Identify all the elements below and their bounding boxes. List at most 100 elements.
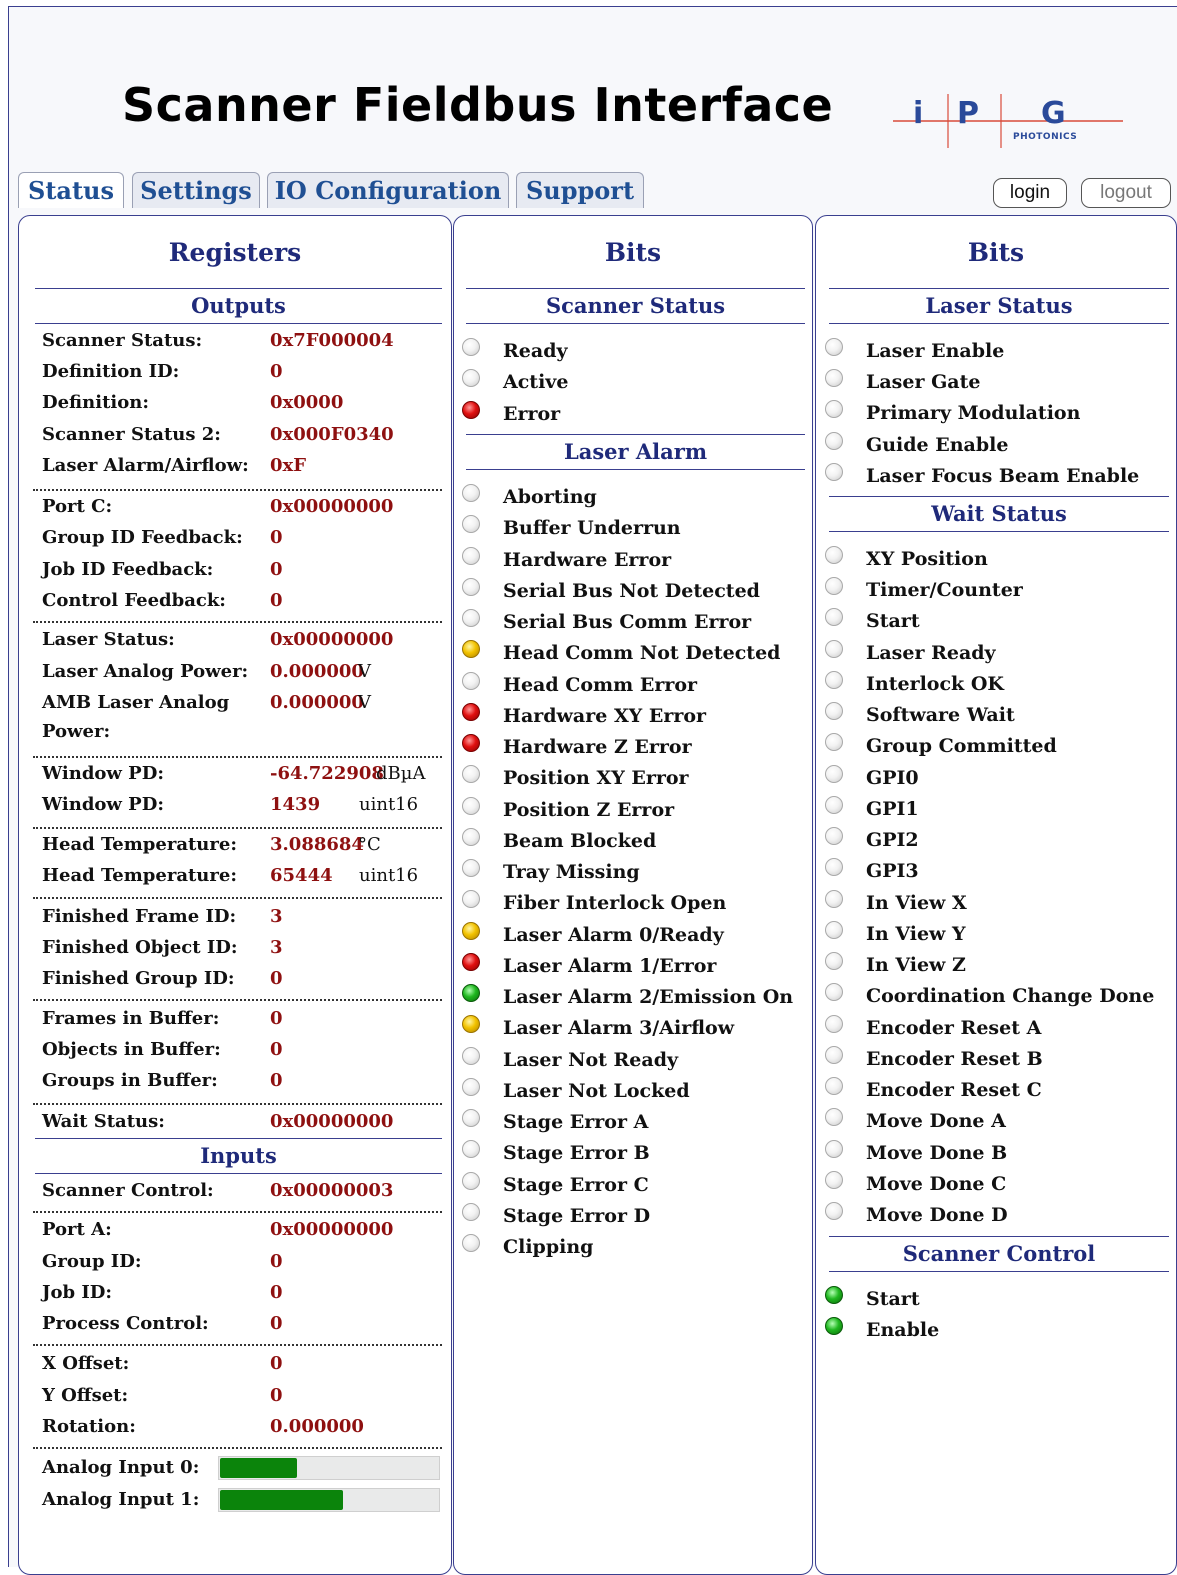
scanner-status-led-red: [462, 400, 480, 419]
laser-status-led-off: [825, 462, 843, 481]
register-value: 0x7F000004: [270, 330, 394, 351]
register-value: 0.000000: [270, 1416, 364, 1437]
laser-alarm-led-off: [462, 859, 480, 877]
laser-alarm-label: Serial Bus Not Detected: [503, 579, 760, 602]
wait-status-led-off: [825, 795, 843, 814]
tab-io-configuration[interactable]: IO Configuration: [267, 172, 509, 208]
wait-status-led-off: [825, 1202, 843, 1221]
laser-alarm-label: Position Z Error: [503, 798, 675, 821]
laser-alarm-led-green: [462, 984, 480, 1002]
register-value: 0: [270, 559, 283, 580]
analog-input-fill: [220, 1490, 344, 1510]
wait-status-label: XY Position: [866, 548, 988, 570]
scanner-control-label: Enable: [866, 1319, 940, 1341]
register-value: 3: [270, 937, 283, 958]
register-value: 0x00000000: [270, 1219, 394, 1240]
laser-alarm-header: Laser Alarm: [466, 434, 805, 470]
wait-status-label: Timer/Counter: [866, 579, 1023, 602]
register-label: Definition:: [42, 392, 149, 413]
laser-alarm-label: Head Comm Error: [503, 673, 698, 696]
register-value: 65444: [270, 865, 333, 886]
laser-alarm-led-off: [462, 1202, 480, 1221]
wait-status-label: Move Done D: [866, 1204, 1008, 1227]
laser-alarm-led-off: [462, 577, 480, 596]
register-value: 0: [270, 1008, 283, 1029]
wait-status-led-off: [825, 1045, 843, 1064]
login-button[interactable]: login: [993, 178, 1067, 208]
laser-alarm-led-red: [462, 702, 480, 721]
register-label: Window PD:: [42, 794, 164, 815]
wait-status-label: Software Wait: [866, 704, 1015, 727]
scanner-control-header: Scanner Control: [829, 1236, 1169, 1272]
register-value: 0x0000: [270, 392, 344, 413]
register-value: 0: [270, 1313, 283, 1334]
register-label: Control Feedback:: [42, 590, 226, 611]
ipg-photonics-logo: i P G PHOTONICS: [893, 94, 1125, 148]
laser-alarm-led-off: [462, 484, 480, 502]
scanner-status-led-off: [462, 338, 480, 356]
wait-status-label: Interlock OK: [866, 672, 1004, 695]
register-unit: uint16: [359, 865, 419, 886]
laser-status-label: Laser Gate: [866, 371, 981, 394]
row-divider: [33, 1447, 442, 1449]
wait-status-led-off: [825, 764, 843, 783]
register-label: Finished Group ID:: [42, 968, 235, 989]
register-value: 0x00000003: [270, 1180, 394, 1201]
register-label: Process Control:: [42, 1313, 209, 1334]
laser-alarm-led-red: [462, 734, 480, 752]
wait-status-led-off: [825, 889, 843, 908]
tab-support[interactable]: Support: [516, 172, 644, 208]
row-divider: [33, 1211, 442, 1213]
scanner-status-header: Scanner Status: [466, 288, 805, 324]
registers-title: Registers: [168, 238, 302, 267]
wait-status-label: In View Z: [866, 954, 966, 977]
laser-status-label: Laser Focus Beam Enable: [866, 464, 1140, 487]
laser-alarm-label: Beam Blocked: [503, 829, 657, 852]
wait-status-led-off: [825, 920, 843, 939]
analog-label: Analog Input 1:: [42, 1489, 200, 1510]
register-label: Job ID Feedback:: [42, 559, 214, 580]
inputs-section-header: Inputs: [35, 1138, 442, 1174]
row-divider: [33, 489, 442, 491]
laser-alarm-label: Stage Error B: [503, 1142, 650, 1165]
row-divider: [33, 1344, 442, 1346]
logo-letter-i: i: [913, 96, 924, 131]
register-label: Finished Object ID:: [42, 937, 238, 958]
register-value: 0.000000: [270, 661, 364, 682]
register-value: 0: [270, 527, 283, 548]
register-value: 0x000F0340: [270, 424, 394, 445]
register-label: Head Temperature:: [42, 834, 237, 855]
register-unit: uint16: [359, 794, 419, 815]
laser-alarm-label: Laser Not Locked: [503, 1079, 690, 1102]
laser-alarm-label: Laser Not Ready: [503, 1048, 679, 1071]
wait-status-label: Move Done C: [866, 1172, 1007, 1195]
register-label: Laser Analog Power:: [42, 661, 249, 682]
row-divider: [33, 621, 442, 623]
wait-status-label: GPI0: [866, 766, 919, 789]
register-label: Window PD:: [42, 763, 164, 784]
wait-status-label: GPI3: [866, 860, 919, 883]
logout-button[interactable]: logout: [1081, 178, 1171, 208]
laser-alarm-led-off: [462, 827, 480, 846]
register-value: 0: [270, 590, 283, 611]
laser-status-label: Primary Modulation: [866, 402, 1081, 425]
laser-alarm-label: Hardware Z Error: [503, 736, 692, 758]
register-label: Group ID Feedback:: [42, 527, 243, 548]
laser-alarm-label: Serial Bus Comm Error: [503, 611, 752, 633]
register-value: 0x00000000: [270, 629, 394, 650]
wait-status-label: In View X: [866, 891, 967, 914]
laser-alarm-label: Hardware Error: [503, 548, 672, 571]
wait-status-led-off: [825, 1139, 843, 1158]
tab-settings[interactable]: Settings: [132, 172, 260, 208]
register-value: 0: [270, 968, 283, 989]
laser-alarm-label: Laser Alarm 3/Airflow: [503, 1017, 735, 1040]
register-label: Scanner Status:: [42, 330, 203, 351]
wait-status-label: Start: [866, 610, 920, 633]
register-unit: °C: [358, 834, 381, 855]
register-value: 0: [270, 1385, 283, 1406]
laser-alarm-led-off: [462, 1234, 480, 1252]
wait-status-label: Group Committed: [866, 735, 1057, 758]
tab-status[interactable]: Status: [18, 172, 124, 208]
laser-alarm-label: Stage Error A: [503, 1111, 649, 1133]
bits-title-middle: Bits: [604, 238, 662, 267]
